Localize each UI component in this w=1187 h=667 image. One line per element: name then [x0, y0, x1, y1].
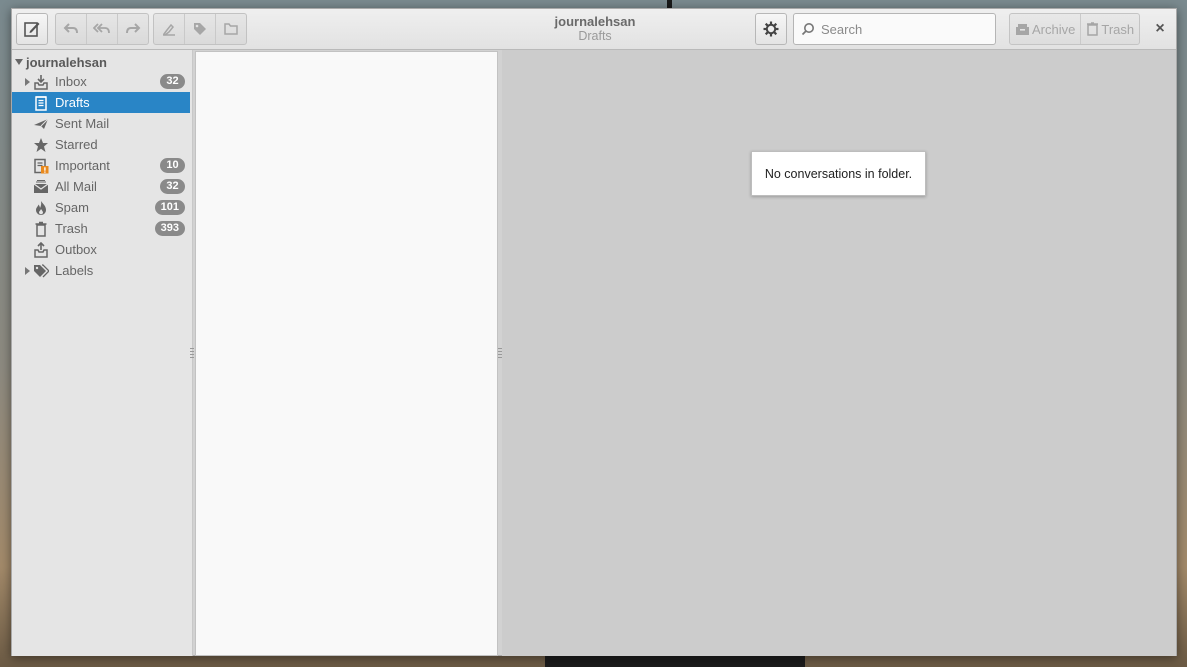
expand-triangle-icon[interactable]: [22, 77, 32, 86]
reply-button-group: [55, 13, 149, 45]
sidebar-item-label: Important: [55, 158, 110, 173]
unread-count-badge: 101: [154, 200, 185, 215]
sidebar-item-label: Sent Mail: [55, 116, 110, 131]
folder-icon: [224, 23, 238, 35]
account-row[interactable]: journalehsan: [12, 53, 107, 71]
sidebar-item-label: Trash: [55, 221, 88, 236]
collapse-triangle-icon[interactable]: [13, 59, 25, 65]
reply-button[interactable]: [56, 14, 87, 44]
sidebar-item-labels[interactable]: Labels: [12, 260, 190, 281]
unread-count-badge: 10: [160, 158, 185, 173]
archive-trash-group: Archive Trash: [1009, 13, 1141, 45]
outbox-icon: [32, 241, 50, 259]
trash-button[interactable]: Trash: [1081, 14, 1139, 44]
forward-button[interactable]: [118, 14, 148, 44]
archive-label: Archive: [1032, 21, 1076, 37]
important-icon: [32, 157, 50, 175]
close-icon: ×: [1155, 20, 1165, 37]
header-bar: journalehsan Drafts Search Archive Trash…: [12, 9, 1176, 50]
all-mail-icon: [32, 178, 50, 196]
expand-triangle-icon[interactable]: [22, 266, 32, 275]
labels-icon: [32, 262, 50, 280]
message-actions-group: [153, 13, 247, 45]
tag-icon: [194, 23, 206, 35]
sidebar-item-label: Starred: [55, 137, 98, 152]
mail-window: journalehsan Drafts Search Archive Trash…: [11, 8, 1177, 656]
sidebar-resize-handle[interactable]: [190, 348, 194, 358]
mark-button[interactable]: [154, 14, 185, 44]
conversation-list[interactable]: [195, 51, 498, 656]
move-button[interactable]: [216, 14, 246, 44]
sent-icon: [32, 115, 50, 133]
sidebar-item-label: Labels: [55, 263, 94, 278]
settings-button[interactable]: [755, 13, 787, 45]
label-button[interactable]: [185, 14, 216, 44]
spam-icon: [32, 199, 50, 217]
sidebar-item-label: Inbox: [55, 74, 87, 89]
trash-icon: [1087, 22, 1099, 36]
empty-folder-message: No conversations in folder.: [751, 151, 926, 196]
search-field: [793, 13, 996, 45]
unread-count-badge: 32: [160, 74, 185, 89]
compose-icon: [24, 22, 40, 37]
sidebar-item-outbox[interactable]: Outbox: [12, 239, 190, 260]
archive-icon: [1016, 24, 1029, 35]
sidebar-item-important[interactable]: Important 10: [12, 155, 190, 176]
inbox-icon: [32, 73, 50, 91]
sidebar-item-label: Drafts: [55, 95, 90, 110]
compose-button[interactable]: [16, 13, 48, 45]
sidebar-item-label: All Mail: [55, 179, 97, 194]
trash-icon: [32, 220, 50, 238]
sidebar-item-spam[interactable]: Spam 101: [12, 197, 190, 218]
mark-icon: [163, 23, 175, 36]
sidebar-item-drafts[interactable]: Drafts: [12, 92, 190, 113]
reply-all-icon: [93, 23, 110, 34]
trash-label: Trash: [1101, 21, 1135, 37]
reply-all-button[interactable]: [87, 14, 118, 44]
sidebar-item-trash[interactable]: Trash 393: [12, 218, 190, 239]
search-icon: [801, 23, 814, 36]
gear-icon: [763, 21, 779, 37]
drafts-icon: [32, 94, 50, 112]
desktop-wallpaper-base: [545, 656, 805, 667]
folder-sidebar: journalehsan Inbox 32 Drafts Sent Mail S…: [12, 50, 194, 656]
search-input[interactable]: [819, 20, 993, 38]
sidebar-item-label: Outbox: [55, 242, 97, 257]
sidebar-item-label: Spam: [55, 200, 89, 215]
forward-icon: [126, 23, 141, 34]
account-name: journalehsan: [26, 54, 107, 70]
conversation-viewer: No conversations in folder.: [502, 50, 1176, 656]
unread-count-badge: 32: [160, 179, 185, 194]
close-button[interactable]: ×: [1150, 19, 1170, 39]
reply-icon: [63, 23, 78, 34]
unread-count-badge: 393: [154, 221, 185, 236]
star-icon: [32, 136, 50, 154]
archive-button[interactable]: Archive: [1010, 14, 1082, 44]
sidebar-item-inbox[interactable]: Inbox 32: [12, 71, 190, 92]
sidebar-item-sent-mail[interactable]: Sent Mail: [12, 113, 190, 134]
sidebar-item-all-mail[interactable]: All Mail 32: [12, 176, 190, 197]
sidebar-item-starred[interactable]: Starred: [12, 134, 190, 155]
